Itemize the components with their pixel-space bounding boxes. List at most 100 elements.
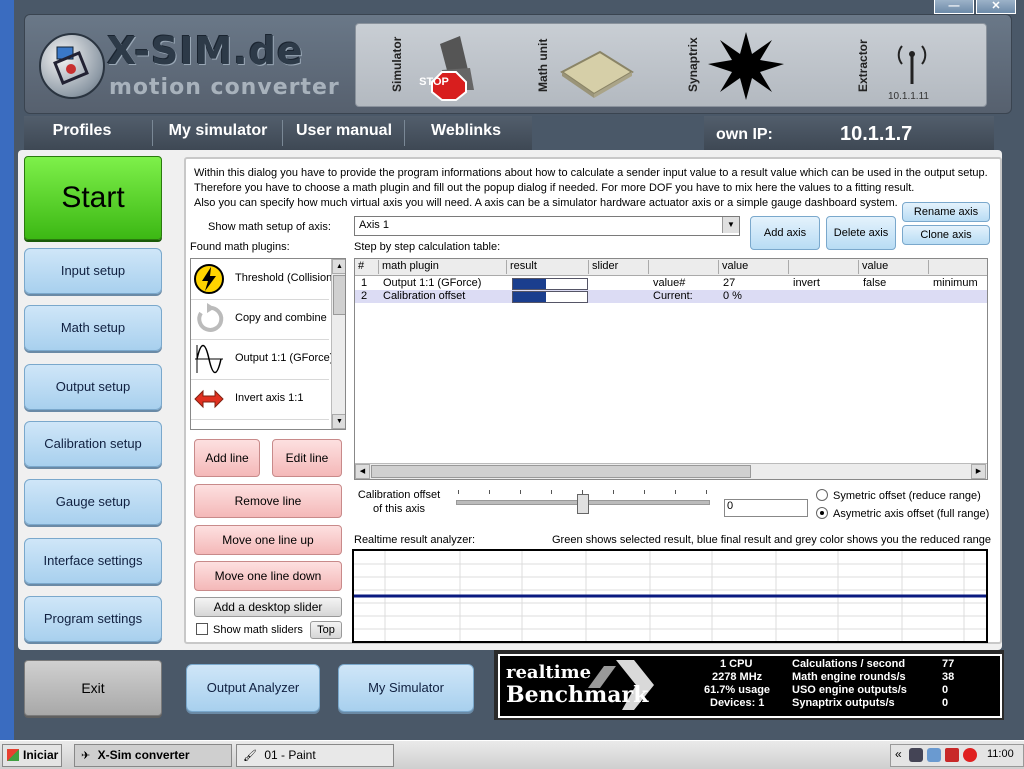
- add-axis-button[interactable]: Add axis: [750, 216, 820, 250]
- start-button[interactable]: Start: [24, 156, 162, 240]
- scroll-down-icon[interactable]: ▼: [332, 414, 345, 429]
- row-number: 2: [361, 290, 368, 302]
- system-tray: « 11:00: [890, 744, 1024, 767]
- add-desktop-slider-button[interactable]: Add a desktop slider: [194, 597, 342, 617]
- sine-wave-icon: [195, 344, 223, 374]
- main-frame: Start Input setup Math setup Output setu…: [18, 150, 1002, 650]
- nav-user-manual[interactable]: User manual: [284, 116, 404, 146]
- symetric-offset-radio[interactable]: Symetric offset (reduce range): [816, 489, 981, 502]
- move-down-button[interactable]: Move one line down: [194, 561, 342, 591]
- sidebar-item-interface-settings[interactable]: Interface settings: [24, 538, 162, 584]
- table-row[interactable]: 2 Calibration offset Current: 0 %: [355, 290, 987, 303]
- analyzer-note: Green shows selected result, blue final …: [552, 534, 992, 546]
- logo-emblem-icon: [39, 33, 105, 99]
- calibration-value-input[interactable]: 0: [724, 499, 808, 517]
- row-c5: 0 %: [723, 290, 742, 302]
- remove-line-button[interactable]: Remove line: [194, 484, 342, 518]
- col-header[interactable]: [789, 260, 859, 274]
- calibration-slider[interactable]: [456, 490, 710, 514]
- extractor-ip: 10.1.1.11: [888, 91, 929, 102]
- start-menu-button[interactable]: Iniciar: [2, 744, 62, 767]
- calibration-label-line2: of this axis: [373, 503, 425, 515]
- sidebar-item-output-setup[interactable]: Output setup: [24, 364, 162, 410]
- nav-divider: [152, 120, 153, 146]
- col-header[interactable]: slider: [589, 260, 649, 274]
- bench-cpu: 1 CPU: [720, 658, 753, 670]
- scroll-thumb[interactable]: [333, 275, 345, 315]
- scroll-right-icon[interactable]: ▶: [971, 464, 986, 479]
- shield-icon[interactable]: [945, 748, 959, 762]
- add-line-button[interactable]: Add line: [194, 439, 260, 477]
- my-simulator-button[interactable]: My Simulator: [338, 664, 474, 712]
- benchmark-logo: realtime Benchmark: [504, 658, 674, 712]
- radio-button[interactable]: [816, 507, 828, 519]
- show-sliders-checkbox[interactable]: Show math sliders: [196, 623, 303, 636]
- output-analyzer-button[interactable]: Output Analyzer: [186, 664, 320, 712]
- col-header[interactable]: math plugin: [379, 260, 507, 274]
- col-header[interactable]: value: [719, 260, 789, 274]
- list-item[interactable]: Invert axis 1:1: [191, 379, 329, 420]
- col-header[interactable]: result: [507, 260, 589, 274]
- sidebar-item-gauge-setup[interactable]: Gauge setup: [24, 479, 162, 525]
- top-button[interactable]: Top: [310, 621, 342, 639]
- list-item[interactable]: Copy and combine: [191, 299, 329, 340]
- analyzer-grid: [354, 551, 986, 641]
- bench-devices: Devices: 1: [710, 697, 765, 709]
- bench-usage: 61.7% usage: [704, 684, 771, 696]
- benchmark-panel: realtime Benchmark 1 CPU 2278 MHz 61.7% …: [494, 650, 1004, 720]
- desktop-background: [0, 0, 14, 740]
- lightning-icon: [194, 264, 224, 294]
- sidebar-item-program-settings[interactable]: Program settings: [24, 596, 162, 642]
- plugins-scrollbar[interactable]: ▲ ▼: [331, 259, 345, 429]
- bench-calc-value: 77: [942, 658, 955, 670]
- minimize-button[interactable]: —: [934, 0, 974, 14]
- cpu-chip-icon: [556, 38, 636, 102]
- chevron-down-icon[interactable]: ▼: [722, 217, 739, 233]
- taskbar-item-xsim[interactable]: ✈ X-Sim converter: [74, 744, 232, 767]
- sidebar-item-input-setup[interactable]: Input setup: [24, 248, 162, 294]
- row-plugin: Calibration offset: [383, 290, 466, 302]
- list-item[interactable]: Output 1:1 (GForce): [191, 339, 333, 380]
- scroll-up-icon[interactable]: ▲: [332, 259, 345, 274]
- sidebar-item-math-setup[interactable]: Math setup: [24, 305, 162, 351]
- axis-select[interactable]: Axis 1 ▼: [354, 216, 740, 236]
- logo-title: X-SIM.de: [107, 29, 304, 73]
- symetric-offset-label: Symetric offset (reduce range): [833, 490, 981, 502]
- close-button[interactable]: ✕: [976, 0, 1016, 14]
- table-row[interactable]: 1 Output 1:1 (GForce) value# 27 invert f…: [355, 277, 987, 290]
- slider-thumb[interactable]: [577, 494, 589, 514]
- network-icon[interactable]: [927, 748, 941, 762]
- tray-app-icon[interactable]: [909, 748, 923, 762]
- security-alert-icon[interactable]: [963, 748, 977, 762]
- move-up-button[interactable]: Move one line up: [194, 525, 342, 555]
- plugins-list[interactable]: Threshold (Collision) Copy and combine O…: [190, 258, 346, 430]
- stop-sign-text: STOP: [419, 76, 449, 88]
- col-header[interactable]: [649, 260, 719, 274]
- scroll-thumb[interactable]: [371, 465, 751, 478]
- delete-axis-button[interactable]: Delete axis: [826, 216, 896, 250]
- table-scrollbar[interactable]: ◀ ▶: [355, 463, 987, 479]
- list-item[interactable]: Threshold (Collision): [191, 259, 336, 300]
- rename-axis-button[interactable]: Rename axis: [902, 202, 990, 222]
- plugin-label: Invert axis 1:1: [235, 392, 304, 404]
- bench-rounds-value: 38: [942, 671, 955, 683]
- nav-my-simulator[interactable]: My simulator: [154, 116, 282, 146]
- nav-weblinks[interactable]: Weblinks: [406, 116, 526, 146]
- nav-profiles[interactable]: Profiles: [24, 116, 140, 146]
- edit-line-button[interactable]: Edit line: [272, 439, 342, 477]
- start-menu-label: Iniciar: [23, 748, 59, 762]
- col-header[interactable]: [929, 260, 987, 274]
- scroll-left-icon[interactable]: ◀: [355, 464, 370, 479]
- checkbox-box[interactable]: [196, 623, 208, 635]
- tray-expand-icon[interactable]: «: [895, 747, 902, 761]
- col-header[interactable]: value: [859, 260, 929, 274]
- clone-axis-button[interactable]: Clone axis: [902, 225, 990, 245]
- col-header[interactable]: #: [355, 260, 379, 274]
- taskbar-item-paint[interactable]: 🖌 01 - Paint: [236, 744, 394, 767]
- exit-button[interactable]: Exit: [24, 660, 162, 716]
- asymetric-offset-radio[interactable]: Asymetric axis offset (full range): [816, 507, 989, 520]
- sidebar-item-calibration-setup[interactable]: Calibration setup: [24, 421, 162, 467]
- radio-button[interactable]: [816, 489, 828, 501]
- row-plugin: Output 1:1 (GForce): [383, 277, 482, 289]
- nav-divider: [282, 120, 283, 146]
